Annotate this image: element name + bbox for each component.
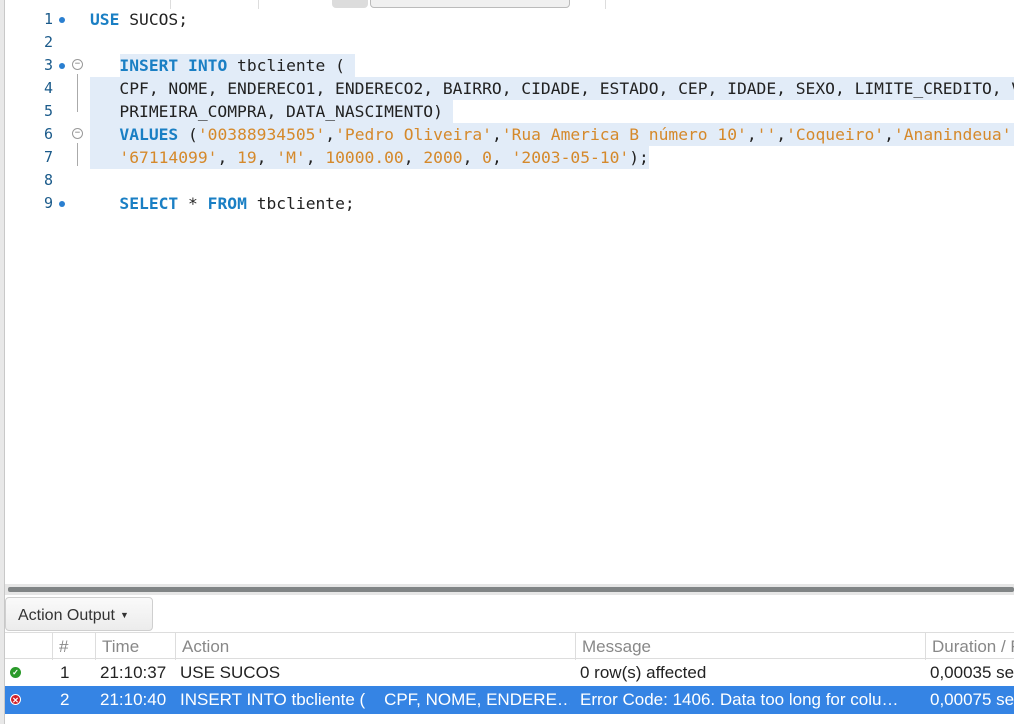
action-output-dropdown[interactable]: Action Output ▼ (5, 597, 153, 631)
success-check-icon: ✓ (10, 667, 21, 678)
sql-editor[interactable]: 1 USE SUCOS; 2 3 − INSERT INTO tbcliente ( 4… (5, 8, 1014, 584)
code-token: , (491, 148, 512, 167)
toolbar-field[interactable] (370, 0, 570, 8)
code-text: VALUES ('00388934505','Pedro Oliveira','… (90, 123, 1014, 146)
code-token: 'M' (276, 148, 306, 167)
line-number: 7 (43, 148, 53, 166)
code-line[interactable]: 9 SELECT * FROM tbcliente; (5, 192, 1014, 215)
line-number: 2 (43, 33, 53, 51)
code-token: FROM (207, 194, 247, 213)
col-action[interactable]: Action (175, 633, 575, 660)
statement-marker-icon (59, 17, 65, 23)
row-duration: 0,00075 sec (930, 690, 1014, 709)
code-token: * (178, 194, 208, 213)
row-message: Error Code: 1406. Data too long for colu… (580, 690, 899, 709)
code-text: INSERT INTO tbcliente ( (90, 54, 355, 77)
code-token: CPF, NOME, ENDERECO1, ENDERECO2, BAIRRO,… (119, 79, 1014, 98)
code-token: , (884, 125, 894, 144)
dropdown-label: Action Output (18, 607, 115, 624)
row-time: 21:10:40 (100, 690, 167, 709)
line-number: 4 (43, 79, 53, 97)
code-token: VALUES (119, 125, 179, 144)
row-number: 2 (60, 690, 70, 709)
code-token: 'Rua America B número 10' (501, 125, 747, 144)
code-token: PRIMEIRA_COMPRA, DATA_NASCIMENTO) (90, 102, 453, 121)
output-table-header: # Time Action Message Duration / Fetch (5, 632, 1014, 660)
row-action: USE SUCOS (180, 663, 281, 682)
code-token: '2003-05-10' (511, 148, 630, 167)
code-line[interactable]: 5 PRIMEIRA_COMPRA, DATA_NASCIMENTO) (5, 100, 1014, 123)
code-text: CPF, NOME, ENDERECO1, ENDERECO2, BAIRRO,… (90, 77, 1014, 100)
panel-splitter[interactable] (5, 584, 1014, 595)
code-token: , (776, 125, 787, 144)
code-token: , (325, 125, 336, 144)
code-text: USE SUCOS; (90, 8, 188, 31)
code-token: INSERT INTO (119, 56, 228, 75)
col-message[interactable]: Message (575, 633, 925, 660)
code-token: SELECT (119, 194, 179, 213)
code-token: 2000 (423, 148, 463, 167)
line-number: 5 (43, 102, 53, 120)
code-token: USE (90, 10, 120, 29)
code-line[interactable]: 2 (5, 31, 1014, 54)
error-x-icon: ✕ (10, 694, 21, 705)
code-text: SELECT * FROM tbcliente; (90, 192, 355, 215)
col-duration[interactable]: Duration / Fetch (925, 633, 1014, 660)
statement-marker-icon (59, 63, 65, 69)
code-token: ); (629, 148, 649, 167)
line-number: 8 (43, 171, 53, 189)
code-token: , (256, 148, 277, 167)
col-number[interactable]: # (52, 633, 95, 660)
code-token: '' (756, 125, 777, 144)
code-line[interactable]: 3 − INSERT INTO tbcliente ( (5, 54, 1014, 77)
row-message: 0 row(s) affected (580, 663, 707, 682)
code-line[interactable]: 7 '67114099', 19, 'M', 10000.00, 2000, 0… (5, 146, 1014, 169)
code-token: SUCOS; (119, 10, 189, 29)
output-panel: Action Output ▼ # Time Action Message Dur… (5, 595, 1014, 724)
code-token: 19 (237, 148, 257, 167)
line-number: 3 (43, 56, 53, 74)
code-line[interactable]: 8 (5, 169, 1014, 192)
code-token: 10000.00 (325, 148, 404, 167)
toolbar-button[interactable] (332, 0, 368, 8)
code-token: 'Ananindeua' (893, 125, 1012, 144)
output-row-selected[interactable]: ✕ 2 21:10:40 INSERT INTO tbcliente ( CPF… (5, 686, 1014, 714)
line-number: 1 (43, 10, 53, 28)
fold-toggle-icon[interactable]: − (72, 128, 83, 139)
col-time[interactable]: Time (95, 633, 175, 660)
row-time: 21:10:37 (100, 663, 167, 682)
fold-toggle-icon[interactable]: − (72, 59, 83, 70)
line-number: 6 (43, 125, 53, 143)
caret-down-icon: ▼ (119, 610, 129, 620)
statement-marker-icon (59, 201, 65, 207)
code-text: PRIMEIRA_COMPRA, DATA_NASCIMENTO) (90, 100, 453, 123)
output-row[interactable]: ✓ 1 21:10:37 USE SUCOS 0 row(s) affected… (5, 659, 1014, 687)
code-line[interactable]: 4 CPF, NOME, ENDERECO1, ENDERECO2, BAIRR… (5, 77, 1014, 100)
code-text: '67114099', 19, 'M', 10000.00, 2000, 0, … (90, 146, 649, 169)
code-token: , (403, 148, 424, 167)
code-token: , (462, 148, 483, 167)
code-line[interactable]: 6− VALUES ('00388934505','Pedro Oliveira… (5, 123, 1014, 146)
code-token: '00388934505' (197, 125, 326, 144)
code-token: tbcliente; (246, 194, 355, 213)
code-token: , (491, 125, 502, 144)
code-token: 'Coqueiro' (786, 125, 885, 144)
row-duration: 0,00035 sec (930, 663, 1014, 682)
code-token: tbcliente ( (227, 56, 355, 75)
code-token: 0 (482, 148, 492, 167)
row-number: 1 (60, 663, 70, 682)
code-token: , (305, 148, 326, 167)
line-number: 9 (43, 194, 53, 212)
code-token: , (746, 125, 757, 144)
code-line[interactable]: 1 USE SUCOS; (5, 8, 1014, 31)
row-action: INSERT INTO tbcliente ( CPF, NOME, ENDER… (180, 690, 570, 709)
code-token: '67114099' (119, 148, 218, 167)
code-token: 'Pedro Oliveira' (335, 125, 492, 144)
code-token: ( (178, 125, 198, 144)
code-token: , (217, 148, 238, 167)
